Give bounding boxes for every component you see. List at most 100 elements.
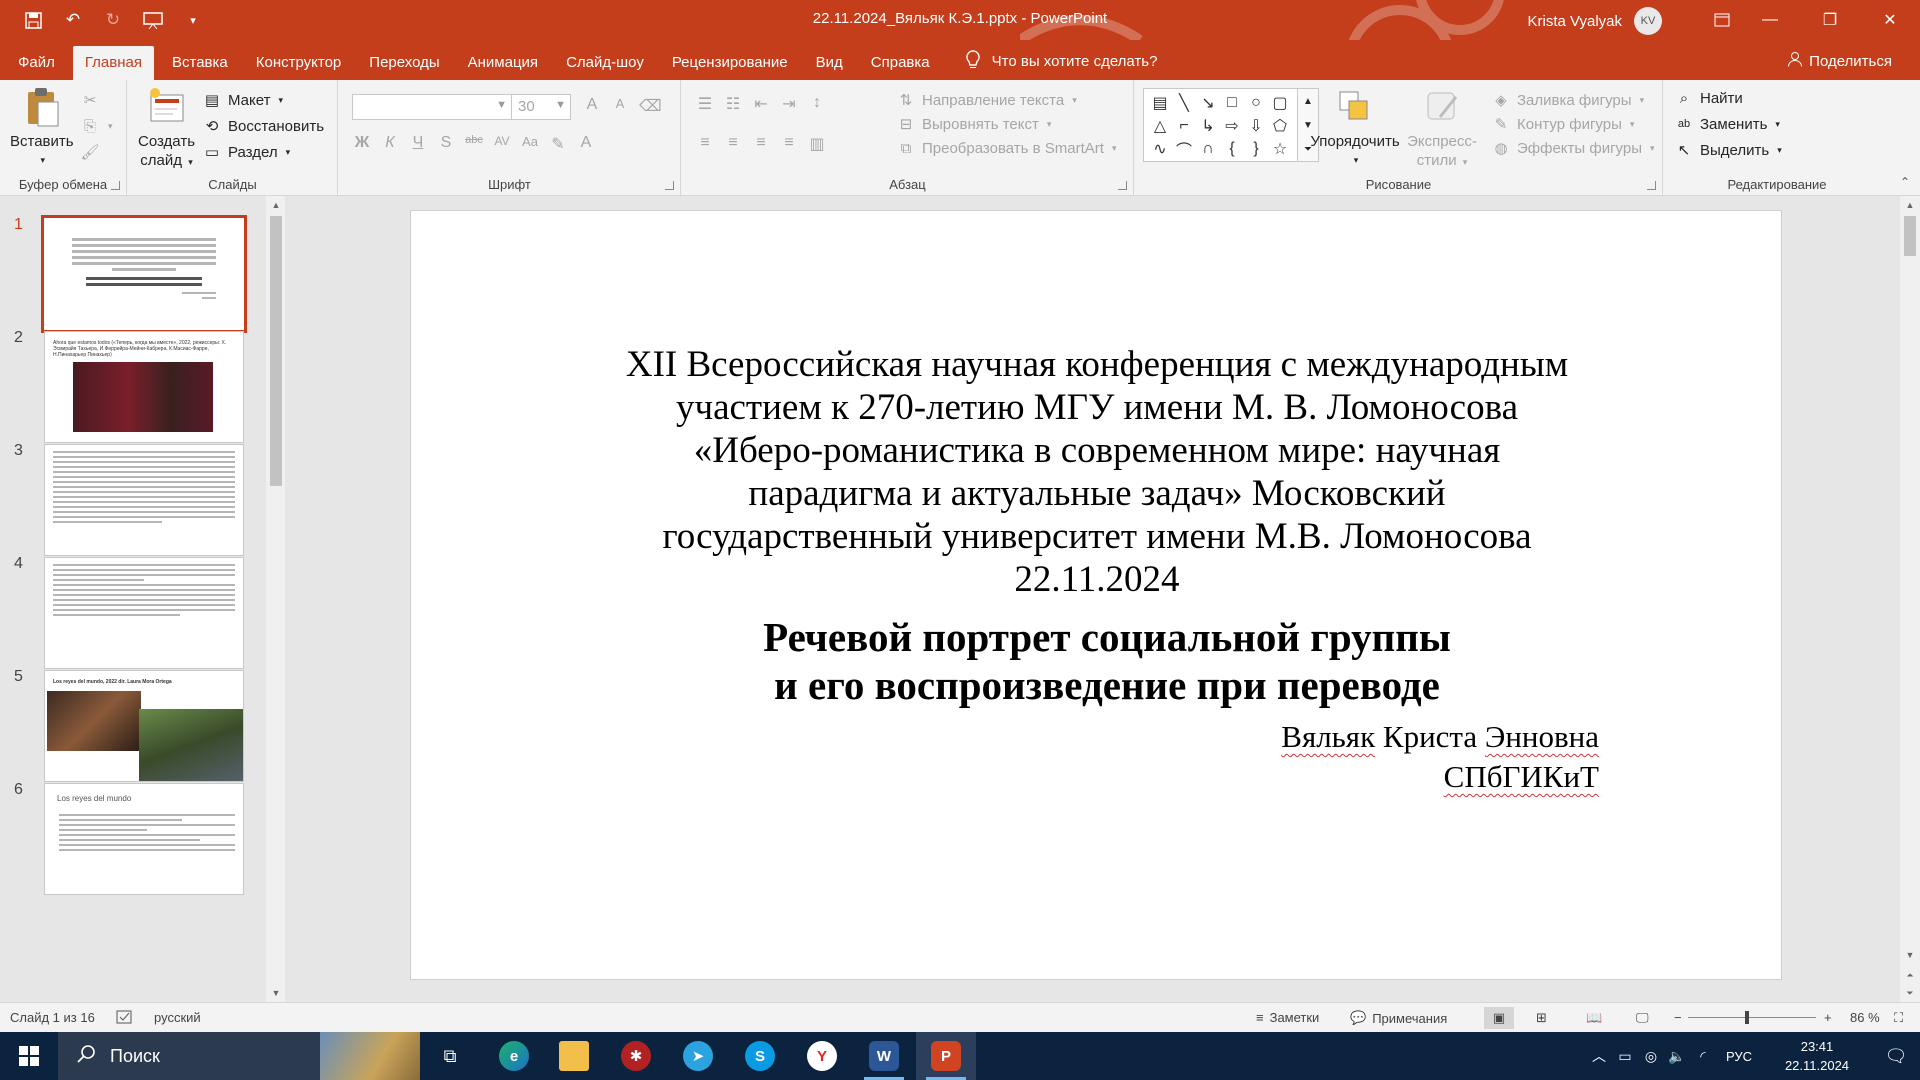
shadow-icon[interactable]: S xyxy=(437,134,455,154)
elbow-connector-icon[interactable]: ⌐ xyxy=(1172,114,1196,137)
thumbnails-scrollbar[interactable]: ▲ ▼ xyxy=(266,196,285,1002)
arrange-button[interactable]: Упорядочить ▾ xyxy=(1310,86,1400,170)
scrollbar-thumb[interactable] xyxy=(270,216,282,486)
customize-qat-icon[interactable]: ▾ xyxy=(180,8,206,32)
reset-button[interactable]: ⟲ Восстановить xyxy=(202,116,324,136)
tab-animations[interactable]: Анимация xyxy=(454,46,552,80)
textbox-shape-icon[interactable]: ▤ xyxy=(1148,91,1172,114)
language-indicator[interactable]: русский xyxy=(154,1010,201,1025)
app-red-icon[interactable]: ✱ xyxy=(606,1032,666,1080)
word-app[interactable]: W xyxy=(854,1032,914,1080)
font-name-combo[interactable]: ▼ xyxy=(352,94,512,120)
shrink-font-icon[interactable]: A xyxy=(611,96,629,116)
notifications-icon[interactable]: 🗨 xyxy=(1872,1046,1920,1067)
close-button[interactable]: ✕ xyxy=(1860,0,1920,40)
slideshow-view-button[interactable]: 🖵 xyxy=(1636,1010,1649,1026)
tab-home[interactable]: Главная xyxy=(72,46,154,80)
tab-slideshow[interactable]: Слайд-шоу xyxy=(552,46,658,80)
italic-icon[interactable]: К xyxy=(381,134,399,154)
bold-icon[interactable]: Ж xyxy=(353,134,371,154)
edge-app[interactable]: e xyxy=(484,1032,544,1080)
normal-view-button[interactable]: ▣ xyxy=(1484,1007,1514,1029)
powerpoint-app[interactable]: P xyxy=(916,1032,976,1080)
thumbnail-1[interactable]: 1 xyxy=(0,196,270,333)
cut-button[interactable]: ✂ xyxy=(80,90,100,110)
task-view-button[interactable]: ⧉ xyxy=(420,1032,480,1080)
restore-button[interactable]: ❐ xyxy=(1800,0,1860,40)
grow-font-icon[interactable]: A xyxy=(583,96,601,116)
taskbar-search[interactable]: Поиск xyxy=(58,1032,420,1080)
explorer-app[interactable] xyxy=(544,1032,604,1080)
zoom-level[interactable]: 86 % xyxy=(1850,1010,1880,1025)
strikethrough-icon[interactable]: abc xyxy=(465,134,483,154)
conference-header[interactable]: XII Всероссийская научная конференция с … xyxy=(541,343,1653,601)
line-shape-icon[interactable]: ╲ xyxy=(1172,91,1196,114)
author-block[interactable]: Вяльяк Криста Энновна СПбГИКиТ xyxy=(1281,717,1599,797)
spellcheck-icon[interactable] xyxy=(116,1010,134,1024)
arrow-line-shape-icon[interactable]: ↘ xyxy=(1196,91,1220,114)
rounded-rect-shape-icon[interactable]: ▢ xyxy=(1268,91,1292,114)
ribbon-display-options-icon[interactable] xyxy=(1702,6,1742,34)
font-launcher-icon[interactable] xyxy=(665,181,674,190)
tab-design[interactable]: Конструктор xyxy=(242,46,356,80)
replace-button[interactable]: ab Заменить ▾ xyxy=(1674,114,1780,134)
undo-icon[interactable]: ↶ xyxy=(60,8,86,32)
format-painter-button[interactable]: 🖌 xyxy=(80,142,100,162)
scrollbar-thumb[interactable] xyxy=(1904,216,1916,256)
slide-sorter-button[interactable]: ⊞ xyxy=(1536,1010,1547,1026)
text-direction-button[interactable]: ⇅ Направление текста ▾ xyxy=(896,90,1077,110)
tab-file[interactable]: Файл xyxy=(0,46,69,80)
chevron-up-icon[interactable]: ▲ xyxy=(266,196,285,214)
section-button[interactable]: ▭ Раздел ▾ xyxy=(202,142,290,162)
layout-button[interactable]: ▤ Макет ▾ xyxy=(202,90,283,110)
char-spacing-icon[interactable]: AV xyxy=(493,134,511,154)
paragraph-launcher-icon[interactable] xyxy=(1118,181,1127,190)
user-name[interactable]: Krista Vyalyak xyxy=(1528,13,1622,30)
zoom-out-button[interactable]: − xyxy=(1674,1010,1682,1025)
shapes-gallery[interactable]: ▤ ╲ ↘ □ ○ ▢ △ ⌐ ↳ ⇨ ⇩ ⬠ ∿ ⌒ ∩ { } ☆ xyxy=(1143,88,1303,162)
rectangle-shape-icon[interactable]: □ xyxy=(1220,91,1244,114)
tab-help[interactable]: Справка xyxy=(857,46,944,80)
font-size-combo[interactable]: 30 ▼ xyxy=(511,94,571,120)
star-shape-icon[interactable]: ☆ xyxy=(1268,137,1292,160)
arc-shape-icon[interactable]: ⌒ xyxy=(1172,137,1196,160)
slide-canvas[interactable]: XII Всероссийская научная конференция с … xyxy=(410,210,1782,980)
clear-format-icon[interactable]: ⌫ xyxy=(639,96,662,116)
save-icon[interactable] xyxy=(20,8,46,32)
new-slide-button[interactable]: Создать слайд ▾ xyxy=(138,86,195,172)
decrease-indent-icon[interactable]: ⇤ xyxy=(752,94,770,114)
next-slide-icon[interactable]: ⏷ xyxy=(1900,984,1920,1002)
right-arrow-shape-icon[interactable]: ⇨ xyxy=(1220,114,1244,137)
tab-review[interactable]: Рецензирование xyxy=(658,46,802,80)
meet-now-icon[interactable]: ◎ xyxy=(1638,1048,1664,1065)
tell-me-box[interactable]: Что вы хотите сделать? xyxy=(965,50,1158,80)
clipboard-launcher-icon[interactable] xyxy=(111,181,120,190)
font-color-icon[interactable]: A xyxy=(577,134,595,154)
pentagon-shape-icon[interactable]: ⬠ xyxy=(1268,114,1292,137)
presentation-title[interactable]: Речевой портрет социальной группы и его … xyxy=(541,613,1653,709)
curve-shape-icon[interactable]: ∩ xyxy=(1196,137,1220,160)
yandex-browser-app[interactable]: Y xyxy=(792,1032,852,1080)
shape-outline-button[interactable]: ✎ Контур фигуры ▾ xyxy=(1491,114,1635,134)
reading-view-button[interactable]: 📖 xyxy=(1586,1010,1602,1026)
thumbnail-preview[interactable]: Los reyes del mundo xyxy=(44,783,244,895)
start-slideshow-icon[interactable] xyxy=(140,8,166,32)
volume-icon[interactable]: 🔈 xyxy=(1664,1048,1690,1065)
quick-styles-button[interactable]: Экспресс- стили ▾ xyxy=(1405,86,1479,172)
copy-button[interactable]: ⎘ ▾ xyxy=(80,116,113,136)
tab-insert[interactable]: Вставка xyxy=(158,46,242,80)
align-text-button[interactable]: ⊟ Выровнять текст ▾ xyxy=(896,114,1052,134)
thumbnail-4[interactable]: 4 xyxy=(0,535,270,669)
chevron-down-icon[interactable]: ▼ xyxy=(266,984,285,1002)
paste-button[interactable]: Вставить ▾ xyxy=(10,86,74,170)
clock[interactable]: 23:41 22.11.2024 xyxy=(1762,1037,1872,1075)
tell-me-label[interactable]: Что вы хотите сделать? xyxy=(992,53,1158,70)
align-center-icon[interactable]: ≡ xyxy=(724,134,742,154)
select-button[interactable]: ↖ Выделить ▾ xyxy=(1674,140,1782,160)
share-button[interactable]: Поделиться xyxy=(1787,51,1892,71)
freeform-shape-icon[interactable]: ∿ xyxy=(1148,137,1172,160)
thumbnail-2[interactable]: 2 Ahora que estamos todos («Теперь, когд… xyxy=(0,309,270,443)
battery-icon[interactable]: ▭ xyxy=(1612,1048,1638,1065)
thumbnail-3[interactable]: 3 xyxy=(0,422,270,556)
thumbnail-5[interactable]: 5 Los reyes del mundo, 2022 dir. Laura M… xyxy=(0,648,270,782)
